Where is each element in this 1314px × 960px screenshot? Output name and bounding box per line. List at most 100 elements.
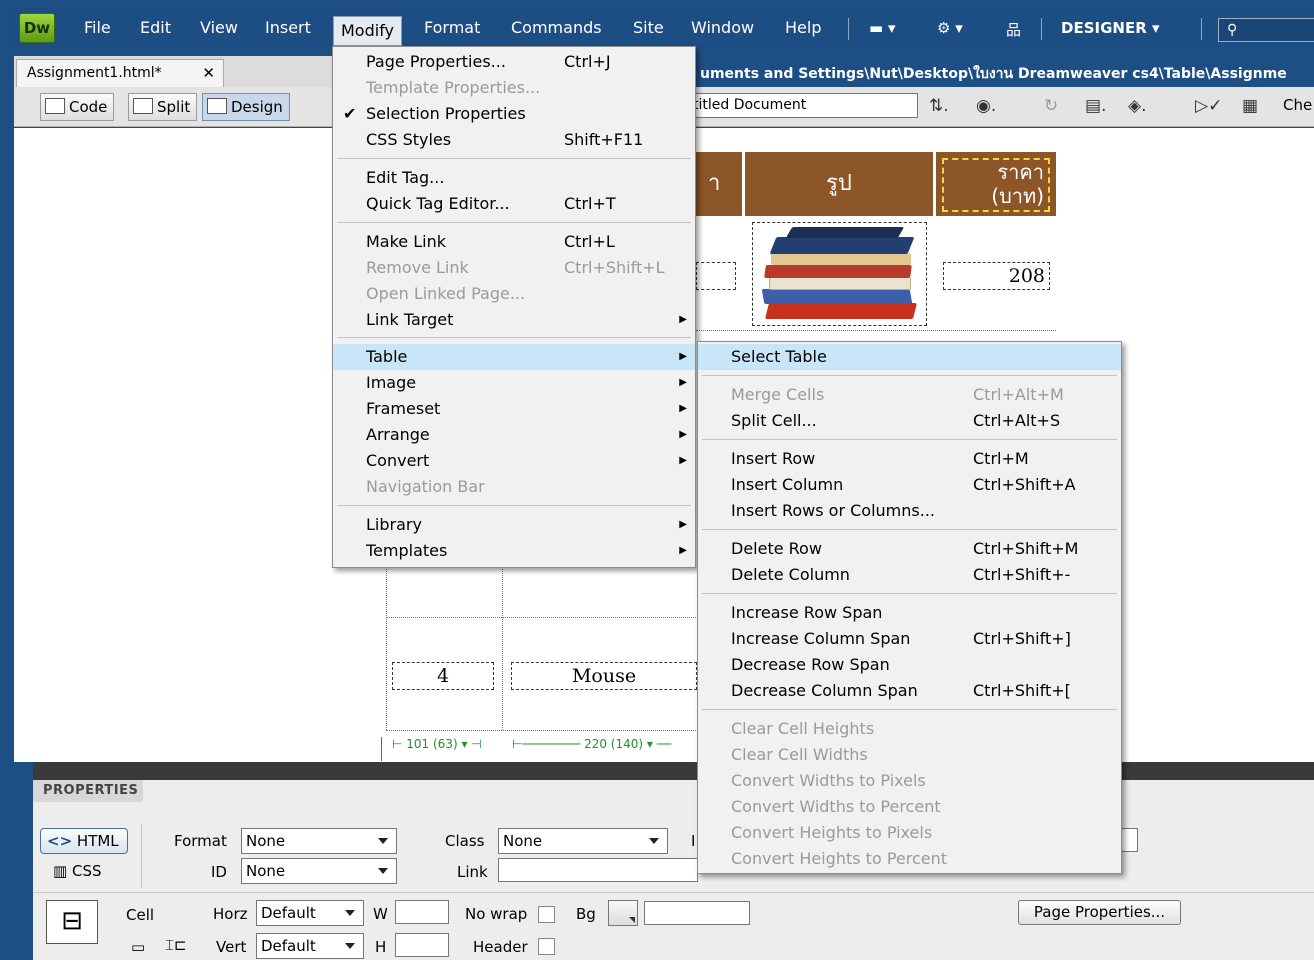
check-page-button[interactable]: Che [1283,96,1312,114]
horz-select[interactable]: Default [256,900,364,926]
menu-item-shortcut: Shift+F11 [564,130,644,149]
menu-edit[interactable]: Edit [140,8,171,48]
modify-menu-item-css-styles[interactable]: CSS Styles Shift+F11 [333,127,695,153]
code-icon [45,98,65,114]
validate-icon[interactable]: ▷✓ [1195,96,1222,116]
bg-color-swatch[interactable] [608,900,638,926]
modify-menu-item-convert[interactable]: Convert ▶ [333,448,695,474]
table-menu-item-delete-column[interactable]: Delete Column Ctrl+Shift+- [698,562,1121,588]
refresh-icon[interactable]: ↻ [1044,96,1058,116]
visual-aids-icon[interactable]: ◈. [1128,96,1146,116]
nowrap-checkbox[interactable] [538,906,555,923]
search-input[interactable]: ⚲ [1218,18,1314,42]
code-view-button[interactable]: Code [40,93,115,121]
height-input[interactable] [395,933,449,957]
check-compat-icon[interactable]: ▦ [1242,96,1258,116]
class-select[interactable]: None [498,828,668,854]
menu-item-label: Quick Tag Editor... [366,194,510,213]
table-menu-item-delete-row[interactable]: Delete Row Ctrl+Shift+M [698,536,1121,562]
modify-menu-item-quick-tag-editor[interactable]: Quick Tag Editor... Ctrl+T [333,191,695,217]
link-label: Link [457,863,488,881]
column-width-2[interactable]: ⊢──────── 220 (140) ▾ ── [512,737,671,751]
table-menu-item-select-table[interactable]: Select Table [698,344,1121,370]
menu-item-label: Page Properties... [366,52,506,71]
table-menu-item-split-cell[interactable]: Split Cell... Ctrl+Alt+S [698,408,1121,434]
link-input[interactable] [498,858,698,882]
title-input[interactable]: titled Document [688,93,918,118]
modify-menu-item-edit-tag[interactable]: Edit Tag... [333,165,695,191]
extend-gear-icon[interactable]: ⚙ ▾ [937,19,963,37]
close-icon[interactable]: ✕ [202,60,215,86]
modify-menu-item-template-properties: Template Properties... [333,75,695,101]
document-tab[interactable]: Assignment1.html* ✕ [16,59,224,87]
html-mode-button[interactable]: <> HTML [40,828,128,854]
menu-item-shortcut: Ctrl+Shift+A [973,475,1076,494]
page-properties-button[interactable]: Page Properties... [1018,900,1181,925]
vert-select[interactable]: Default [256,933,364,959]
design-view-button[interactable]: Design [202,93,290,121]
modify-menu-item-frameset[interactable]: Frameset ▶ [333,396,695,422]
split-cells-icon[interactable]: ⌶⊏ [165,936,187,954]
modify-menu-item-selection-properties[interactable]: ✔ Selection Properties [333,101,695,127]
id-select[interactable]: None [241,858,397,884]
header-checkbox[interactable] [538,938,555,955]
table-header-price[interactable]: ราคา (บาท) [936,152,1056,216]
preview-globe-icon[interactable]: ◉. [976,96,996,116]
table-menu-item-convert-heights-to-percent: Convert Heights to Percent [698,846,1121,872]
modify-menu-item-image[interactable]: Image ▶ [333,370,695,396]
submenu-arrow-icon: ▶ [679,545,687,556]
bg-color-input[interactable] [644,901,750,925]
menu-item-label: Delete Row [731,539,822,558]
bg-label: Bg [576,905,596,923]
table-header-name[interactable]: า [696,152,742,216]
modify-menu-item-link-target[interactable]: Link Target ▶ [333,307,695,333]
format-select[interactable]: None [241,828,397,854]
modify-menu-item-templates[interactable]: Templates ▶ [333,538,695,564]
view-options-icon[interactable]: ▤. [1085,96,1106,116]
workspace-switcher[interactable]: DESIGNER ▾ [1061,8,1160,48]
target-input[interactable] [1121,828,1138,852]
table-cell-name[interactable] [696,262,736,290]
menu-file[interactable]: File [84,8,111,48]
menu-item-label: Split Cell... [731,411,817,430]
css-mode-button[interactable]: ▥ CSS [53,862,102,880]
menu-separator [848,18,849,40]
table-menu-item-insert-column[interactable]: Insert Column Ctrl+Shift+A [698,472,1121,498]
menu-view[interactable]: View [200,8,238,48]
menu-format[interactable]: Format [424,8,480,48]
table-menu-item-increase-row-span[interactable]: Increase Row Span [698,600,1121,626]
merge-cells-icon[interactable]: ▭ [131,938,145,956]
modify-menu-item-table[interactable]: Table ▶ [333,344,695,370]
panel-divider [33,892,1314,893]
menu-commands[interactable]: Commands [511,8,602,48]
menu-site[interactable]: Site [633,8,664,48]
menu-modify[interactable]: Modify [333,16,403,46]
submenu-arrow-icon: ▶ [679,455,687,466]
table-menu-item-increase-column-span[interactable]: Increase Column Span Ctrl+Shift+] [698,626,1121,652]
modify-menu-item-arrange[interactable]: Arrange ▶ [333,422,695,448]
menu-item-shortcut: Ctrl+T [564,194,616,213]
modify-menu-item-library[interactable]: Library ▶ [333,512,695,538]
document-tab-label: Assignment1.html* [27,65,162,81]
table-menu-item-decrease-column-span[interactable]: Decrease Column Span Ctrl+Shift+[ [698,678,1121,704]
table-menu-item-insert-row[interactable]: Insert Row Ctrl+M [698,446,1121,472]
table-header-image[interactable]: รูป [745,152,933,216]
modify-menu-item-make-link[interactable]: Make Link Ctrl+L [333,229,695,255]
layout-icon[interactable]: ▬ ▾ [869,19,895,37]
modify-menu-item-page-properties[interactable]: Page Properties... Ctrl+J [333,49,695,75]
table-cell-price[interactable]: 208 [943,262,1050,290]
table-cell-number[interactable]: 4 [392,662,494,690]
column-width-1[interactable]: ⊢ 101 (63) ▾ ⊣ [392,737,482,751]
split-icon [133,98,153,114]
width-input[interactable] [395,900,449,924]
table-menu-item-insert-rows-or-columns[interactable]: Insert Rows or Columns... [698,498,1121,524]
menu-help[interactable]: Help [785,8,821,48]
site-icon[interactable]: 品 [1006,19,1021,40]
file-management-icon[interactable]: ⇅. [929,96,949,116]
book-image-cell[interactable] [752,222,927,326]
split-view-button[interactable]: Split [128,93,198,121]
menu-insert[interactable]: Insert [265,8,311,48]
table-cell-product[interactable]: Mouse [511,662,697,690]
table-menu-item-decrease-row-span[interactable]: Decrease Row Span [698,652,1121,678]
menu-window[interactable]: Window [691,8,754,48]
